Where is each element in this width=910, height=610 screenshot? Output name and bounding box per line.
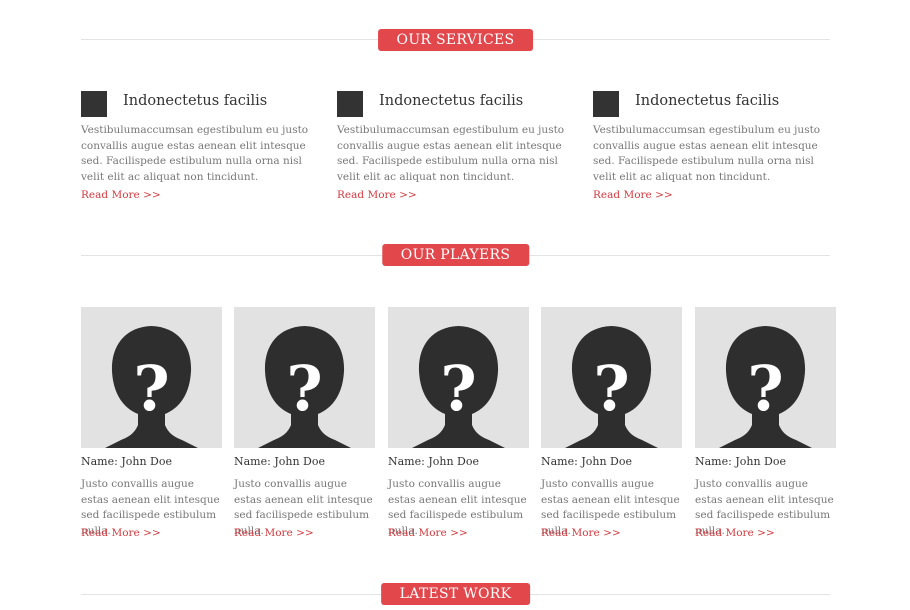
services-section-title: OUR SERVICES: [377, 29, 534, 51]
svg-text:?: ?: [440, 352, 476, 425]
read-more-link[interactable]: Read More >>: [81, 527, 161, 539]
player-photo-placeholder[interactable]: ?: [541, 307, 682, 448]
service-title: Indonectetus facilis: [379, 93, 524, 109]
latest-work-section-title: LATEST WORK: [380, 583, 531, 605]
player-name: Name: John Doe: [695, 455, 786, 468]
svg-text:?: ?: [747, 352, 783, 425]
read-more-link[interactable]: Read More >>: [695, 527, 775, 539]
players-section-title: OUR PLAYERS: [381, 244, 530, 266]
square-icon: [81, 91, 107, 117]
services-section-header: OUR SERVICES: [81, 28, 830, 52]
player-photo-placeholder[interactable]: ?: [81, 307, 222, 448]
service-description: Vestibulumaccumsan egestibulum eu justo …: [337, 124, 565, 183]
player-photo-placeholder[interactable]: ?: [234, 307, 375, 448]
player-photo-placeholder[interactable]: ?: [388, 307, 529, 448]
players-section-header: OUR PLAYERS: [81, 244, 830, 268]
unknown-person-icon: ?: [565, 326, 658, 448]
square-icon: [593, 91, 619, 117]
player-name: Name: John Doe: [388, 455, 479, 468]
read-more-link[interactable]: Read More >>: [337, 189, 417, 201]
unknown-person-icon: ?: [105, 326, 198, 448]
player-name: Name: John Doe: [541, 455, 632, 468]
player-name: Name: John Doe: [234, 455, 325, 468]
svg-text:?: ?: [133, 352, 169, 425]
read-more-link[interactable]: Read More >>: [593, 189, 673, 201]
player-name: Name: John Doe: [81, 455, 172, 468]
read-more-link[interactable]: Read More >>: [81, 189, 161, 201]
player-card: ? Name: John Doe Justo convallis augue e…: [234, 307, 375, 539]
read-more-link[interactable]: Read More >>: [388, 527, 468, 539]
player-card: ? Name: John Doe Justo convallis augue e…: [388, 307, 529, 539]
service-description: Vestibulumaccumsan egestibulum eu justo …: [81, 124, 309, 183]
svg-text:?: ?: [286, 352, 322, 425]
svg-text:?: ?: [593, 352, 629, 425]
read-more-link[interactable]: Read More >>: [541, 527, 621, 539]
service-description: Vestibulumaccumsan egestibulum eu justo …: [593, 124, 821, 183]
player-photo-placeholder[interactable]: ?: [695, 307, 836, 448]
latest-work-section-header: LATEST WORK: [81, 583, 830, 607]
service-title: Indonectetus facilis: [635, 93, 780, 109]
unknown-person-icon: ?: [719, 326, 812, 448]
player-card: ? Name: John Doe Justo convallis augue e…: [695, 307, 836, 539]
unknown-person-icon: ?: [258, 326, 351, 448]
square-icon: [337, 91, 363, 117]
player-card: ? Name: John Doe Justo convallis augue e…: [81, 307, 222, 539]
player-card: ? Name: John Doe Justo convallis augue e…: [541, 307, 682, 539]
unknown-person-icon: ?: [412, 326, 505, 448]
service-title: Indonectetus facilis: [123, 93, 268, 109]
read-more-link[interactable]: Read More >>: [234, 527, 314, 539]
